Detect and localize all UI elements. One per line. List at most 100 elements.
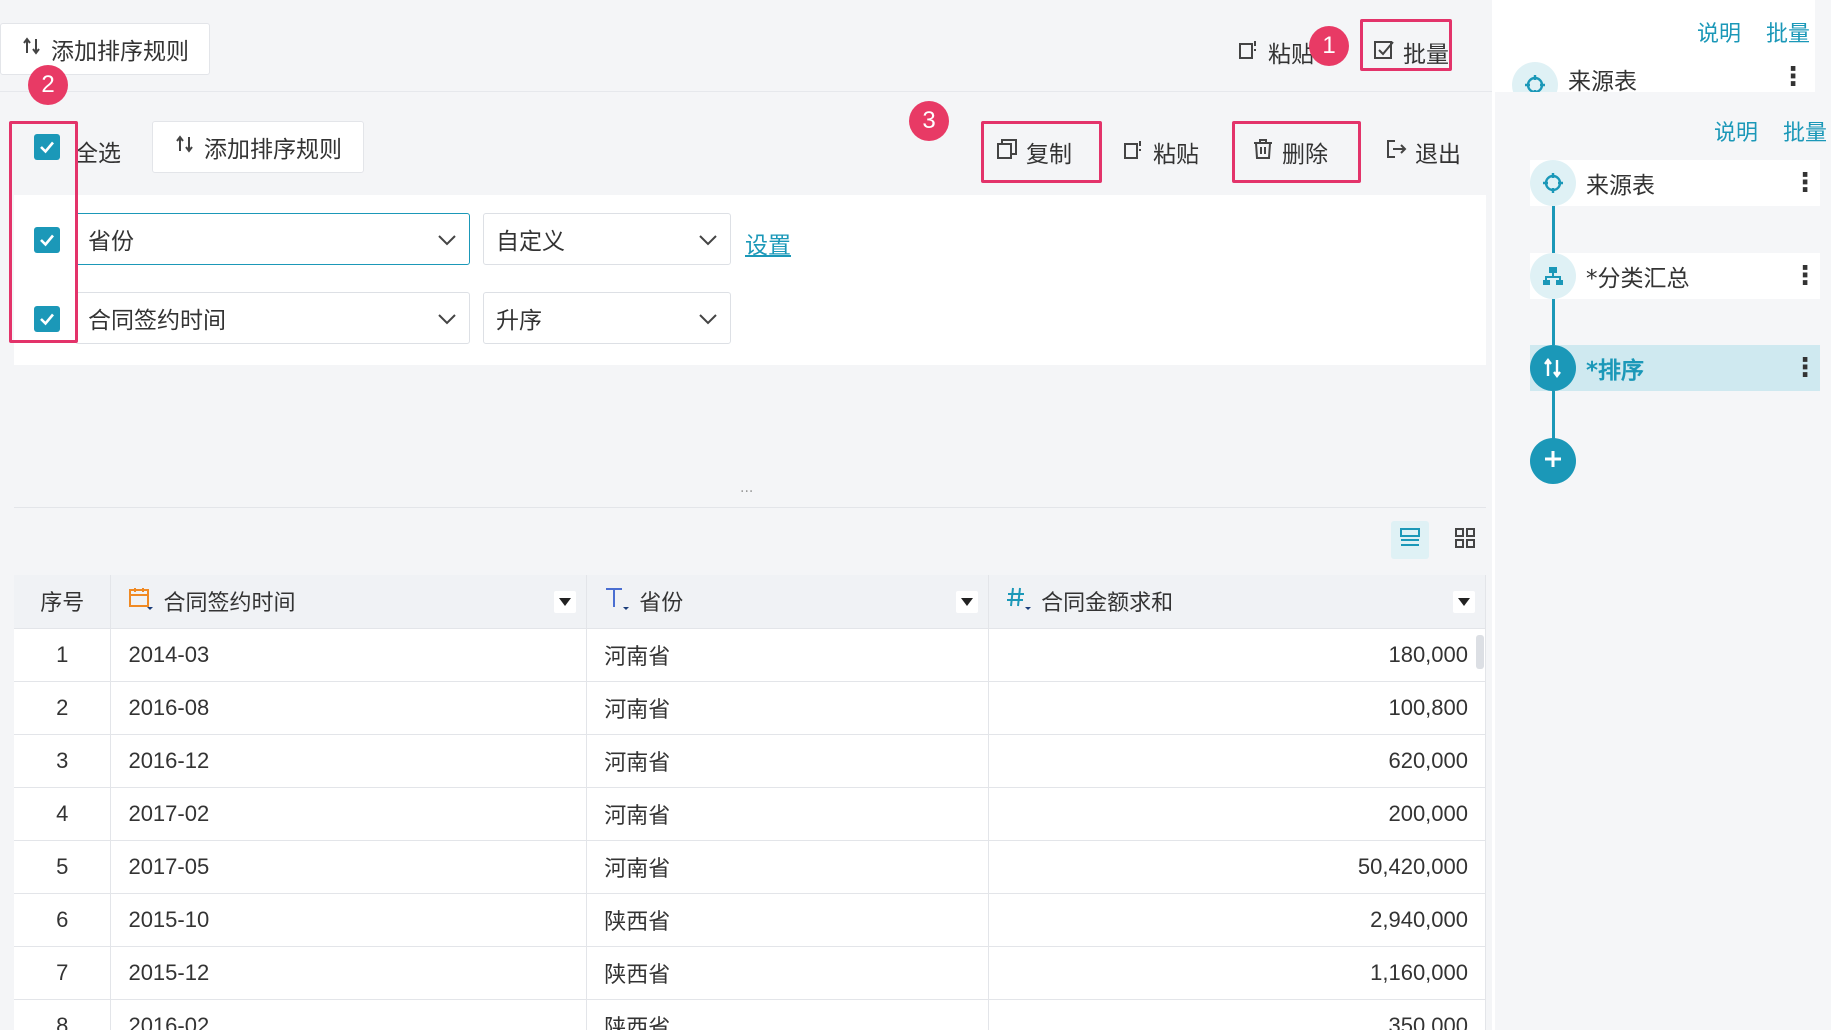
rule-2-checkbox[interactable] bbox=[34, 306, 60, 332]
table-row: 5 2017-05 河南省 50,420,000 bbox=[14, 840, 1486, 894]
column-menu-button[interactable] bbox=[1453, 591, 1475, 613]
cell-index: 2 bbox=[14, 681, 112, 735]
column-menu-button[interactable] bbox=[956, 591, 979, 613]
more-icon[interactable]: ⋮ bbox=[1790, 261, 1820, 291]
col-header-contract-amount-label: 合同金额求和 bbox=[1041, 591, 1174, 617]
col-header-province[interactable]: 省份 bbox=[586, 575, 990, 629]
cell-province: 陕西省 bbox=[586, 946, 990, 1000]
cell-province: 河南省 bbox=[586, 840, 990, 894]
resize-handle[interactable]: ... bbox=[740, 480, 753, 496]
help-link[interactable]: 说明 bbox=[1714, 115, 1758, 147]
rule-2-order-select[interactable]: 升序 bbox=[483, 292, 731, 344]
step-badge-2: 2 bbox=[28, 65, 68, 105]
chevron-down-icon bbox=[698, 305, 718, 331]
rule-2-field-value: 合同签约时间 bbox=[88, 308, 226, 334]
grid-view-icon bbox=[1453, 526, 1477, 554]
data-preview-table: 序号 合同签约时间 省份 合同金额求和 1 2014-03 河南省 180,00… bbox=[14, 575, 1486, 1030]
cell-index: 1 bbox=[14, 628, 112, 682]
step-badge-3: 3 bbox=[909, 101, 949, 141]
table-row: 3 2016-12 河南省 620,000 bbox=[14, 734, 1486, 788]
top-add-sort-rule-button[interactable]: 添加排序规则 bbox=[0, 23, 210, 75]
select-all-checkbox[interactable] bbox=[34, 134, 60, 160]
cell-contract-date: 2016-08 bbox=[110, 681, 588, 735]
top-node-label: 来源表 bbox=[1568, 69, 1637, 92]
cell-index: 6 bbox=[14, 893, 112, 947]
table-row: 6 2015-10 陕西省 2,940,000 bbox=[14, 893, 1486, 947]
top-add-sort-rule-label: 添加排序规则 bbox=[51, 39, 189, 65]
node-sort-active[interactable]: *排序 ⋮ bbox=[1530, 345, 1820, 391]
cell-province: 河南省 bbox=[586, 734, 990, 788]
crosshair-icon bbox=[1512, 62, 1558, 92]
cell-contract-date: 2017-05 bbox=[110, 840, 588, 894]
batch-link[interactable]: 批量 bbox=[1783, 115, 1827, 147]
add-sort-rule-label: 添加排序规则 bbox=[204, 137, 342, 163]
plus-icon bbox=[1541, 447, 1565, 475]
cell-contract-date: 2015-12 bbox=[110, 946, 588, 1000]
node-label-sort: *排序 bbox=[1586, 358, 1645, 384]
delete-button[interactable]: 删除 bbox=[1252, 135, 1328, 169]
cell-contract-amount: 180,000 bbox=[988, 628, 1486, 682]
cell-index: 8 bbox=[14, 999, 112, 1030]
top-help-link[interactable]: 说明 bbox=[1697, 16, 1741, 48]
list-view-icon bbox=[1398, 526, 1422, 554]
col-header-contract-amount[interactable]: 合同金额求和 bbox=[988, 575, 1486, 629]
rule-1-order-value: 自定义 bbox=[496, 229, 565, 255]
cell-contract-amount: 200,000 bbox=[988, 787, 1486, 841]
panel-divider bbox=[14, 507, 1486, 508]
table-row: 7 2015-12 陕西省 1,160,000 bbox=[14, 946, 1486, 1000]
top-batch-link[interactable]: 批量 bbox=[1766, 16, 1810, 48]
table-scrollbar-thumb[interactable] bbox=[1476, 635, 1484, 669]
column-menu-button[interactable] bbox=[554, 591, 577, 613]
rule-1-checkbox[interactable] bbox=[34, 227, 60, 253]
check-icon bbox=[40, 234, 54, 247]
grid-view-toggle[interactable] bbox=[1446, 521, 1484, 559]
rule-2-field-select[interactable]: 合同签约时间 bbox=[75, 292, 470, 344]
step-badge-1: 1 bbox=[1309, 26, 1349, 66]
cell-contract-amount: 2,940,000 bbox=[988, 893, 1486, 947]
cell-province: 河南省 bbox=[586, 681, 990, 735]
caret-down-icon bbox=[559, 598, 572, 606]
rule-1-order-select[interactable]: 自定义 bbox=[483, 213, 731, 265]
sort-arrows-icon bbox=[21, 35, 43, 63]
check-icon bbox=[40, 313, 54, 326]
col-header-contract-date-label: 合同签约时间 bbox=[163, 591, 296, 617]
cell-index: 4 bbox=[14, 787, 112, 841]
select-all-label[interactable]: 全选 bbox=[75, 134, 121, 168]
top-node-source-table[interactable]: 来源表 ⋮ bbox=[1512, 62, 1808, 92]
copy-button[interactable]: 复制 bbox=[996, 135, 1072, 169]
node-group-summary[interactable]: *分类汇总 ⋮ bbox=[1530, 253, 1820, 299]
cell-contract-date: 2016-02 bbox=[110, 999, 588, 1030]
check-icon bbox=[40, 141, 54, 154]
paste-icon bbox=[1238, 38, 1260, 66]
add-node-button[interactable] bbox=[1530, 438, 1576, 484]
table-header-row: 序号 合同签约时间 省份 合同金额求和 bbox=[14, 575, 1486, 629]
crosshair-icon bbox=[1530, 160, 1576, 206]
rule-1-field-value: 省份 bbox=[88, 229, 134, 255]
rule-1-settings-link[interactable]: 设置 bbox=[745, 226, 791, 260]
cell-province: 陕西省 bbox=[586, 893, 990, 947]
more-icon[interactable]: ⋮ bbox=[1790, 168, 1820, 198]
rule-1-field-select[interactable]: 省份 bbox=[75, 213, 470, 265]
col-header-contract-date[interactable]: 合同签约时间 bbox=[110, 575, 588, 629]
hierarchy-icon bbox=[1530, 253, 1576, 299]
exit-button[interactable]: 退出 bbox=[1385, 135, 1461, 169]
paste-button[interactable]: 粘贴 bbox=[1123, 135, 1199, 169]
list-view-toggle[interactable] bbox=[1391, 521, 1429, 559]
cell-province: 陕西省 bbox=[586, 999, 990, 1030]
cell-province: 河南省 bbox=[586, 787, 990, 841]
cell-contract-date: 2016-12 bbox=[110, 734, 588, 788]
chevron-down-icon bbox=[698, 226, 718, 252]
top-batch-label: 批量 bbox=[1403, 42, 1449, 68]
top-batch-button[interactable]: 批量 bbox=[1373, 35, 1449, 69]
cell-index: 3 bbox=[14, 734, 112, 788]
more-icon[interactable]: ⋮ bbox=[1778, 62, 1808, 92]
text-type-icon bbox=[603, 585, 630, 617]
more-icon[interactable]: ⋮ bbox=[1790, 353, 1820, 383]
top-paste-button[interactable]: 粘贴 bbox=[1238, 35, 1314, 69]
node-source-table[interactable]: 来源表 ⋮ bbox=[1530, 160, 1820, 206]
number-type-icon bbox=[1005, 585, 1032, 617]
cell-contract-date: 2017-02 bbox=[110, 787, 588, 841]
rule-2-order-value: 升序 bbox=[496, 308, 542, 334]
cell-contract-date: 2014-03 bbox=[110, 628, 588, 682]
add-sort-rule-button[interactable]: 添加排序规则 bbox=[152, 121, 364, 173]
